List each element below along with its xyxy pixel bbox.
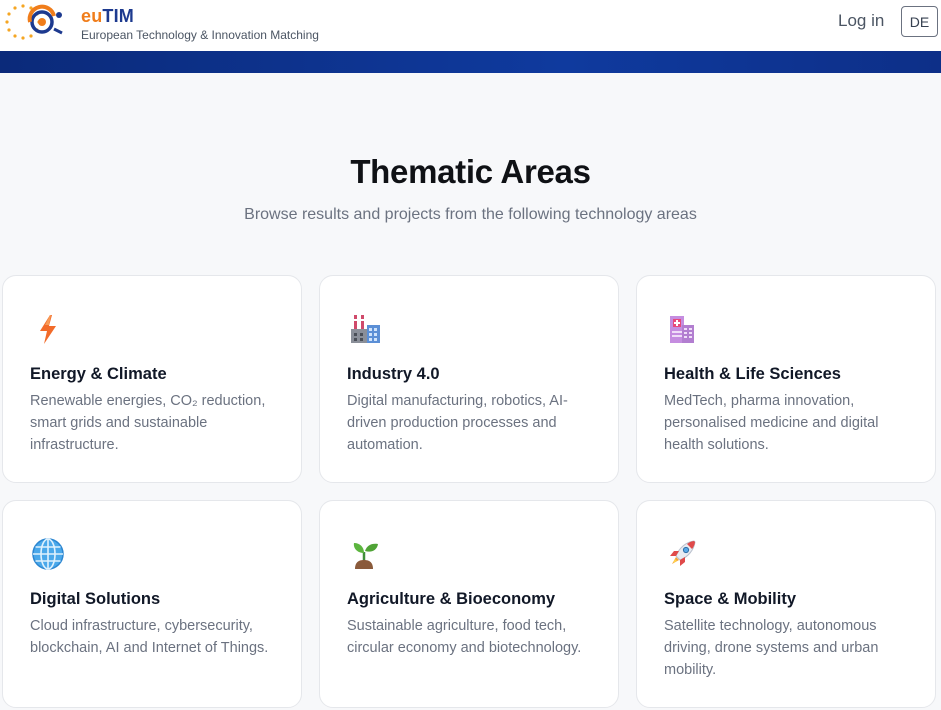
eutim-logo-icon[interactable] xyxy=(4,3,70,41)
card-title: Space & Mobility xyxy=(664,590,797,608)
brand-name-tim: TIM xyxy=(102,6,134,26)
card-description: MedTech, pharma innovation, personalised… xyxy=(664,393,879,453)
login-link[interactable]: Log in xyxy=(838,11,884,31)
card-title: Agriculture & Bioeconomy xyxy=(347,590,556,608)
area-card-digital-solutions[interactable]: Digital Solutions Cloud infrastructure, … xyxy=(2,500,302,708)
globe-icon xyxy=(30,536,66,572)
brand-block[interactable]: euTIM European Technology & Innovation M… xyxy=(81,6,319,42)
area-card-industry-4-0[interactable]: Industry 4.0 Digital manufacturing, robo… xyxy=(319,275,619,483)
area-card-energy-climate[interactable]: Energy & Climate Renewable energies, CO₂… xyxy=(2,275,302,483)
page-subtitle: Browse results and projects from the fol… xyxy=(244,206,697,223)
card-title: Health & Life Sciences xyxy=(664,365,841,383)
rocket-icon xyxy=(664,536,700,572)
brand-name-eu: eu xyxy=(81,6,103,26)
factory-icon xyxy=(347,311,383,347)
card-description: Satellite technology, autonomous driving… xyxy=(664,618,879,678)
area-card-space-mobility[interactable]: Space & Mobility Satellite technology, a… xyxy=(636,500,936,708)
lightning-icon xyxy=(30,311,66,347)
site-header: euTIM European Technology & Innovation M… xyxy=(0,0,941,51)
card-description: Renewable energies, CO₂ reduction, smart… xyxy=(30,393,266,453)
page-title: Thematic Areas xyxy=(350,153,591,190)
card-title: Energy & Climate xyxy=(30,365,167,383)
language-switch-button[interactable]: DE xyxy=(901,6,938,37)
card-description: Digital manufacturing, robotics, AI-driv… xyxy=(347,393,568,453)
card-description: Cloud infrastructure, cybersecurity, blo… xyxy=(30,618,269,656)
card-title: Industry 4.0 xyxy=(347,365,440,383)
area-card-health-life-sciences[interactable]: Health & Life Sciences MedTech, pharma i… xyxy=(636,275,936,483)
card-title: Digital Solutions xyxy=(30,590,161,608)
seedling-icon xyxy=(347,536,383,572)
card-description: Sustainable agriculture, food tech, circ… xyxy=(347,618,582,656)
hospital-icon xyxy=(664,311,700,347)
area-card-agriculture-bioeconomy[interactable]: Agriculture & Bioeconomy Sustainable agr… xyxy=(319,500,619,708)
brand-name: euTIM xyxy=(81,6,319,26)
header-band xyxy=(0,51,941,73)
brand-tagline: European Technology & Innovation Matchin… xyxy=(81,28,319,42)
